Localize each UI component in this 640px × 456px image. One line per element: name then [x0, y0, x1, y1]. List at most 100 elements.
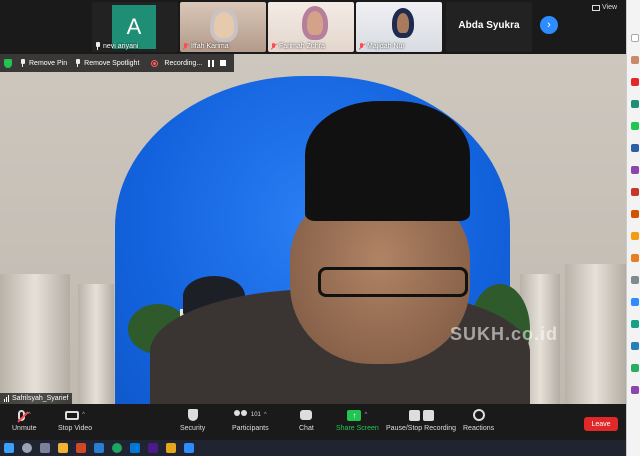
stop-video-label: Stop Video [58, 425, 93, 432]
remove-spotlight-button[interactable]: Remove Spotlight [75, 59, 139, 67]
file-explorer-icon[interactable] [58, 443, 68, 453]
view-button[interactable]: View [592, 4, 617, 11]
participant-name: Majidah Nur [367, 43, 405, 50]
panel-checkbox-icon[interactable] [631, 34, 639, 42]
shield-icon [187, 409, 198, 421]
pillar-right [565, 264, 626, 404]
stop-video-button[interactable]: ^ Stop Video [58, 408, 92, 432]
zoom-taskbar-icon[interactable] [184, 443, 194, 453]
side-panel [626, 0, 640, 456]
participant-tile-farimah[interactable]: Farimah Zuhra [268, 2, 354, 52]
participant-name: Iffah Karima [191, 43, 229, 50]
chat-button[interactable]: Chat [299, 408, 314, 432]
browser-icon[interactable] [112, 443, 122, 453]
avatar [631, 100, 639, 108]
avatar [631, 78, 639, 86]
participant-count: 101 [250, 412, 261, 418]
caret-up-icon[interactable]: ^ [82, 412, 85, 418]
active-speaker-video: SUKH.co.id Remove Pin Remove Spotlight R… [0, 54, 626, 404]
pillar-left [0, 274, 70, 404]
participant-tile-iffah[interactable]: Iffah Karima [180, 2, 266, 52]
participant-video [392, 8, 414, 38]
unmute-button[interactable]: ^ Unmute [12, 408, 37, 432]
avatar [631, 342, 639, 350]
speaker-name-label: Safrilsyah_Syarief [0, 393, 73, 404]
speaker-cap [305, 101, 470, 221]
spotlight-icon [75, 59, 81, 67]
avatar [631, 232, 639, 240]
speaker-glasses [318, 267, 468, 297]
pause-icon [408, 409, 420, 421]
pin-icon [95, 42, 101, 50]
watermark: SUKH.co.id [450, 324, 559, 344]
avatar [631, 386, 639, 394]
reactions-button[interactable]: Reactions [463, 408, 494, 432]
participants-button[interactable]: 101 ^ Participants [232, 408, 269, 432]
reactions-label: Reactions [463, 425, 495, 432]
recording-indicator: Recording... [147, 59, 230, 67]
pause-stop-recording-label: Pause/Stop Recording [386, 425, 457, 432]
avatar [631, 298, 639, 306]
caret-up-icon[interactable]: ^ [364, 412, 367, 418]
pin-icon [20, 59, 26, 67]
leave-button[interactable]: Leave [584, 417, 618, 431]
avatar [631, 364, 639, 372]
meeting-toolbar: ^ Unmute ^ Stop Video Security 101 ^ Part… [0, 404, 626, 440]
chat-label: Chat [299, 425, 314, 432]
participants-label: Participants [232, 425, 269, 432]
share-screen-label: Share Screen [336, 425, 379, 432]
app-icon[interactable] [148, 443, 158, 453]
task-view-icon[interactable] [40, 443, 50, 453]
avatar [631, 122, 639, 130]
participants-icon [233, 410, 248, 420]
chevron-right-icon[interactable]: › [540, 16, 558, 34]
pause-icon[interactable] [208, 59, 215, 67]
remove-pin-button[interactable]: Remove Pin [20, 59, 67, 67]
mic-muted-icon [271, 43, 277, 50]
edge-icon[interactable] [130, 443, 140, 453]
unmute-label: Unmute [12, 425, 37, 432]
stop-icon [422, 409, 434, 421]
remove-spotlight-label: Remove Spotlight [84, 59, 140, 67]
chat-icon [300, 410, 313, 420]
remove-pin-label: Remove Pin [29, 59, 68, 67]
participant-name: Abda Syukra [458, 20, 520, 31]
avatar [631, 276, 639, 284]
avatar [631, 166, 639, 174]
participant-tile-majidah[interactable]: Majidah Nur [356, 2, 442, 52]
participant-tile-abda[interactable]: Abda Syukra [446, 2, 532, 52]
mail-icon[interactable] [94, 443, 104, 453]
security-button[interactable]: Security [180, 408, 205, 432]
share-screen-button[interactable]: ↑ ^ Share Screen [336, 408, 379, 432]
caret-up-icon[interactable]: ^ [264, 412, 267, 418]
mic-muted-icon [359, 43, 365, 50]
video-controls-bar: Remove Pin Remove Spotlight Recording... [0, 54, 235, 72]
share-screen-icon: ↑ [347, 409, 362, 421]
record-icon [151, 59, 159, 67]
avatar [631, 188, 639, 196]
participant-video [302, 6, 328, 40]
avatar [631, 320, 639, 328]
mic-muted-icon [183, 43, 189, 50]
search-icon[interactable] [22, 443, 32, 453]
view-label: View [602, 4, 618, 11]
mic-muted-icon [17, 409, 25, 421]
shield-icon[interactable] [4, 58, 12, 68]
signal-icon [4, 395, 9, 402]
zoom-meeting-window: A nevi ariyani Iffah Karima Farimah Zuhr… [0, 0, 640, 456]
video-camera-icon [65, 410, 80, 420]
stop-icon[interactable] [220, 60, 227, 66]
recording-label: Recording... [164, 59, 203, 67]
emoji-icon [472, 409, 485, 421]
speaker-name: Safrilsyah_Syarief [12, 395, 69, 402]
pillar-left-inner [78, 284, 114, 404]
grid-icon [592, 4, 600, 11]
windows-start-icon[interactable] [4, 443, 14, 453]
participant-video [210, 8, 238, 42]
participant-tile-nevi[interactable]: A nevi ariyani [92, 2, 178, 52]
avatar [631, 56, 639, 64]
store-icon[interactable] [76, 443, 86, 453]
pause-stop-recording-button[interactable]: Pause/Stop Recording [386, 408, 456, 432]
participant-name: Farimah Zuhra [279, 43, 325, 50]
app-icon[interactable] [166, 443, 176, 453]
